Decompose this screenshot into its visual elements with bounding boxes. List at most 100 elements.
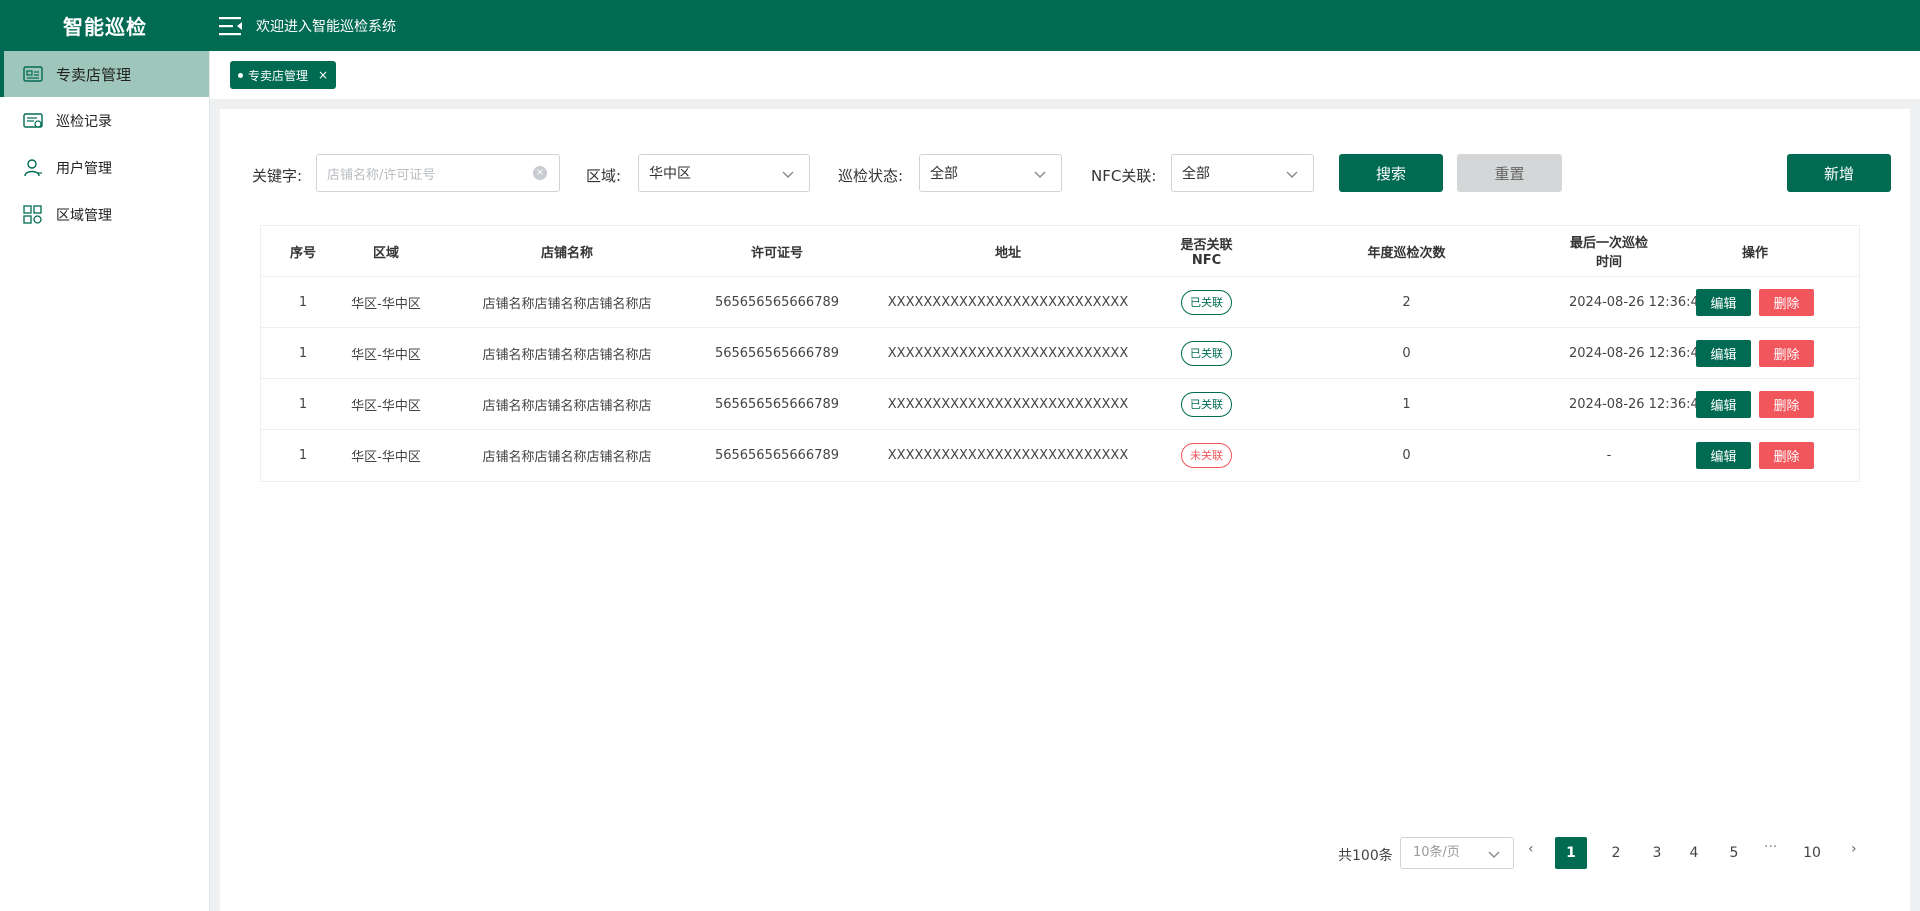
status-value: 全部 (930, 166, 958, 182)
table-row: 1 华区-华中区 店铺名称店铺名称店铺名称店 565656565666789 XXXXX… (261, 277, 1859, 328)
region-grid-icon (22, 204, 44, 226)
page-1-button[interactable]: 1 (1555, 837, 1587, 869)
page-size-select[interactable]: 10条/页 (1400, 837, 1514, 869)
sidebar-item-region-management[interactable]: 区域管理 (0, 191, 209, 238)
nfc-status-badge: 已关联 (1181, 391, 1232, 417)
close-icon[interactable]: × (318, 68, 328, 82)
chevron-down-icon (1286, 171, 1298, 178)
cell-index: 1 (298, 396, 308, 412)
delete-button[interactable]: 删除 (1759, 288, 1814, 316)
keyword-input[interactable]: 店铺名称/许可证号 × (316, 154, 560, 192)
cell-nfc: 未关联 (1169, 443, 1244, 468)
keyword-placeholder: 店铺名称/许可证号 (327, 167, 436, 183)
status-select[interactable]: 全部 (919, 154, 1062, 192)
menu-collapse-icon[interactable] (218, 14, 244, 38)
column-header: 年度巡检次数 (1367, 245, 1446, 261)
cell-index: 1 (298, 345, 308, 361)
welcome-text: 欢迎进入智能巡检系统 (256, 18, 396, 35)
cell-license: 565656565666789 (714, 294, 840, 310)
table-row: 1 华区-华中区 店铺名称店铺名称店铺名称店 565656565666789 XXXXX… (261, 328, 1859, 379)
main-card: 关键字: 店铺名称/许可证号 × 区域: 华中区 巡检状态: 全部 NFC关联:… (220, 109, 1910, 911)
edit-button[interactable]: 编辑 (1696, 442, 1751, 469)
sidebar-item-inspection-records[interactable]: 巡检记录 (0, 97, 209, 144)
filter-bar: 关键字: 店铺名称/许可证号 × 区域: 华中区 巡检状态: 全部 NFC关联:… (252, 154, 1910, 194)
cell-index: 1 (298, 294, 308, 310)
table-header-row: 序号 区域 店铺名称 许可证号 地址 是否关联NFC 年度巡检次数 最后一次巡检… (261, 226, 1859, 277)
region-select[interactable]: 华中区 (638, 154, 810, 192)
page-5-button[interactable]: 5 (1718, 837, 1750, 869)
cell-actions: 编辑 删除 (1649, 442, 1861, 469)
nfc-label: NFC关联: (1091, 167, 1157, 185)
sidebar-item-label: 巡检记录 (56, 113, 112, 130)
cell-nfc: 已关联 (1169, 340, 1244, 366)
cell-actions: 编辑 删除 (1649, 390, 1861, 418)
pagination-ellipsis[interactable]: ··· (1764, 839, 1777, 855)
delete-button[interactable]: 删除 (1759, 339, 1814, 367)
sidebar-item-label: 用户管理 (56, 160, 112, 177)
cell-region: 华区-华中区 (351, 296, 421, 312)
cell-index: 1 (298, 448, 308, 463)
sidebar-item-label: 区域管理 (56, 207, 112, 224)
page-2-button[interactable]: 2 (1600, 837, 1632, 869)
cell-store-name: 店铺名称店铺名称店铺名称店 (482, 398, 652, 414)
column-header: 操作 (1741, 245, 1768, 261)
cell-store-name: 店铺名称店铺名称店铺名称店 (482, 347, 652, 363)
page-size-value: 10条/页 (1413, 845, 1460, 860)
cell-license: 565656565666789 (714, 448, 840, 463)
column-header: 最后一次巡检时间 (1569, 236, 1648, 270)
sidebar-item-store-management[interactable]: 专卖店管理 (0, 51, 209, 97)
page-4-button[interactable]: 4 (1678, 837, 1710, 869)
column-header: 区域 (372, 245, 399, 261)
cell-region: 华区-华中区 (351, 398, 421, 414)
cell-last-inspection: 2024-08-26 12:36:45 (1569, 345, 1708, 361)
column-header: 许可证号 (750, 245, 803, 261)
cell-last-inspection: 2024-08-26 12:36:45 (1569, 294, 1708, 310)
user-icon (22, 157, 44, 179)
edit-button[interactable]: 编辑 (1696, 339, 1751, 367)
tab-store-management[interactable]: 专卖店管理 × (230, 61, 337, 89)
cell-actions: 编辑 删除 (1649, 339, 1861, 367)
reset-button[interactable]: 重置 (1457, 154, 1562, 192)
nfc-select[interactable]: 全部 (1171, 154, 1314, 192)
active-dot-icon (238, 72, 243, 78)
sidebar-item-user-management[interactable]: 用户管理 (0, 144, 209, 191)
nfc-value: 全部 (1182, 166, 1210, 182)
column-header: 序号 (289, 245, 316, 261)
chevron-down-icon (782, 171, 794, 178)
cell-address: XXXXXXXXXXXXXXXXXXXXXXXXXXX (887, 294, 1129, 310)
clear-icon[interactable]: × (533, 166, 547, 180)
cell-store-name: 店铺名称店铺名称店铺名称店 (482, 296, 652, 312)
cell-last-inspection: 2024-08-26 12:36:45 (1569, 396, 1708, 412)
delete-button[interactable]: 删除 (1759, 442, 1814, 469)
cell-license: 565656565666789 (714, 396, 840, 412)
table-row: 1 华区-华中区 店铺名称店铺名称店铺名称店 565656565666789 XXXXX… (261, 430, 1859, 481)
page-3-button[interactable]: 3 (1641, 837, 1673, 869)
tabs-bar: 专卖店管理 × (210, 51, 1920, 99)
cell-inspection-count: 2 (1402, 294, 1411, 310)
app-brand: 智能巡检 (63, 15, 147, 39)
pagination-total: 共100条 (1338, 848, 1393, 864)
edit-button[interactable]: 编辑 (1696, 288, 1751, 316)
prev-page-icon[interactable]: ‹ (1528, 841, 1534, 857)
search-button[interactable]: 搜索 (1339, 154, 1443, 192)
edit-button[interactable]: 编辑 (1696, 390, 1751, 418)
next-page-icon[interactable]: › (1851, 841, 1857, 857)
cell-store-name: 店铺名称店铺名称店铺名称店 (482, 450, 652, 465)
region-value: 华中区 (649, 166, 691, 182)
nfc-status-badge: 已关联 (1181, 340, 1232, 366)
add-button[interactable]: 新增 (1787, 154, 1891, 192)
delete-button[interactable]: 删除 (1759, 390, 1814, 418)
cell-address: XXXXXXXXXXXXXXXXXXXXXXXXXXX (887, 345, 1129, 361)
pagination: 共100条 10条/页 ‹ 1 2 3 4 5 ··· 10 › (220, 837, 1910, 869)
table-body: 1 华区-华中区 店铺名称店铺名称店铺名称店 565656565666789 XXXXX… (261, 277, 1859, 481)
cell-inspection-count: 1 (1402, 396, 1411, 412)
sidebar: 专卖店管理 巡检记录 用户管理 区域管理 (0, 51, 210, 911)
region-label: 区域: (586, 167, 622, 185)
page-last-button[interactable]: 10 (1796, 837, 1828, 869)
cell-last-inspection: - (1606, 448, 1612, 463)
cell-inspection-count: 0 (1402, 345, 1411, 361)
status-label: 巡检状态: (838, 167, 904, 185)
top-header: 智能巡检 欢迎进入智能巡检系统 (0, 0, 1920, 51)
cell-license: 565656565666789 (714, 345, 840, 361)
nfc-status-badge: 未关联 (1181, 443, 1232, 468)
